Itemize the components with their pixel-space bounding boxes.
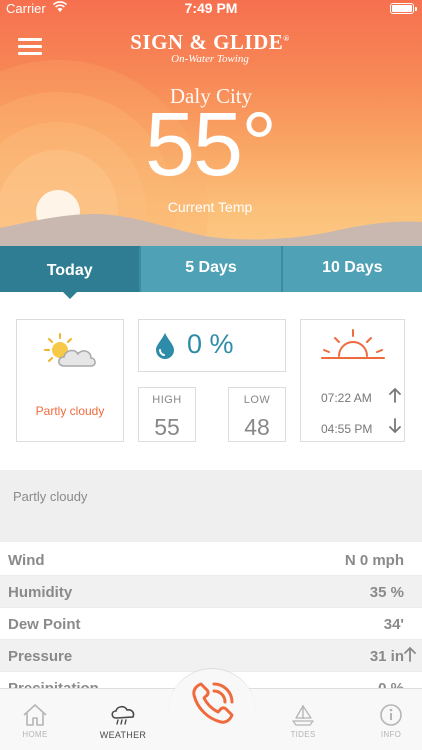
detail-value: 35 % [369, 584, 404, 601]
home-icon [23, 704, 47, 726]
status-bar: Carrier 7:49 PM [0, 0, 422, 18]
status-time: 7:49 PM [184, 0, 238, 16]
nav-info[interactable]: INFO [356, 689, 422, 750]
detail-row-humidity: Humidity 35 % [0, 576, 422, 608]
nav-tides[interactable]: TIDES [268, 689, 338, 750]
forecast-tabs: Today 5 Days 10 Days [0, 246, 422, 299]
precipitation-value: 0 % [187, 329, 234, 359]
low-temp-card: LOW 48 [228, 387, 286, 442]
nav-home[interactable]: HOME [0, 689, 70, 750]
condition-card: Partly cloudy [16, 319, 124, 442]
low-value: 48 [244, 414, 270, 440]
tab-5-days[interactable]: 5 Days [139, 246, 280, 292]
nav-info-label: INFO [380, 730, 402, 739]
cloud-rain-icon [111, 705, 135, 725]
detail-label: Humidity [8, 584, 73, 601]
detail-label: Wind [8, 552, 45, 569]
tab-today[interactable]: Today [0, 246, 140, 299]
summary-text: Partly cloudy [13, 489, 88, 504]
water-drop-icon [156, 333, 174, 359]
forecast-summary: Partly cloudy [0, 470, 422, 542]
sunrise-time: 07:22 AM [321, 391, 372, 405]
sun-times-card: 07:22 AM 04:55 PM [300, 319, 405, 442]
sunset-time: 04:55 PM [321, 422, 373, 436]
nav-weather-label: WEATHER [99, 730, 147, 740]
menu-button[interactable] [18, 38, 42, 56]
detail-row-wind: Wind N 0 mph [0, 544, 422, 576]
sailboat-icon [292, 705, 314, 726]
precipitation-card: 0 % [138, 319, 286, 372]
app-screen: Carrier 7:49 PM SIGN & GLIDE® On-Water T… [0, 0, 422, 750]
detail-label: Pressure [8, 648, 73, 665]
phone-icon [192, 682, 234, 724]
detail-value: N 0 mph [344, 552, 404, 569]
low-label: LOW [243, 394, 271, 406]
current-temp-label: Current Temp [167, 199, 253, 215]
arrow-down-icon [389, 418, 401, 434]
condition-text: Partly cloudy [35, 404, 105, 418]
brand-logo: SIGN & GLIDE® On-Water Towing [120, 30, 300, 65]
current-temperature: 55° [145, 95, 277, 195]
nav-weather[interactable]: WEATHER [88, 689, 158, 750]
detail-value: 34' [383, 616, 404, 633]
info-icon [380, 704, 402, 726]
pressure-trend-up-icon [404, 646, 416, 662]
tab-10-days[interactable]: 10 Days [280, 246, 422, 292]
nav-tides-label: TIDES [290, 730, 316, 739]
high-temp-card: HIGH 55 [138, 387, 196, 442]
detail-value: 31 in [369, 648, 404, 665]
battery-icon [390, 3, 417, 14]
sunrise-icon [321, 329, 385, 359]
nav-home-label: HOME [22, 730, 48, 739]
high-label: HIGH [152, 394, 182, 406]
detail-row-dew-point: Dew Point 34' [0, 608, 422, 640]
high-value: 55 [154, 414, 180, 440]
weather-hero: Carrier 7:49 PM SIGN & GLIDE® On-Water T… [0, 0, 422, 246]
brand-name: SIGN & GLIDE® [130, 30, 290, 54]
call-button[interactable] [184, 676, 240, 732]
detail-label: Dew Point [8, 616, 81, 633]
partly-cloudy-icon [44, 333, 96, 367]
arrow-up-icon [389, 387, 401, 403]
